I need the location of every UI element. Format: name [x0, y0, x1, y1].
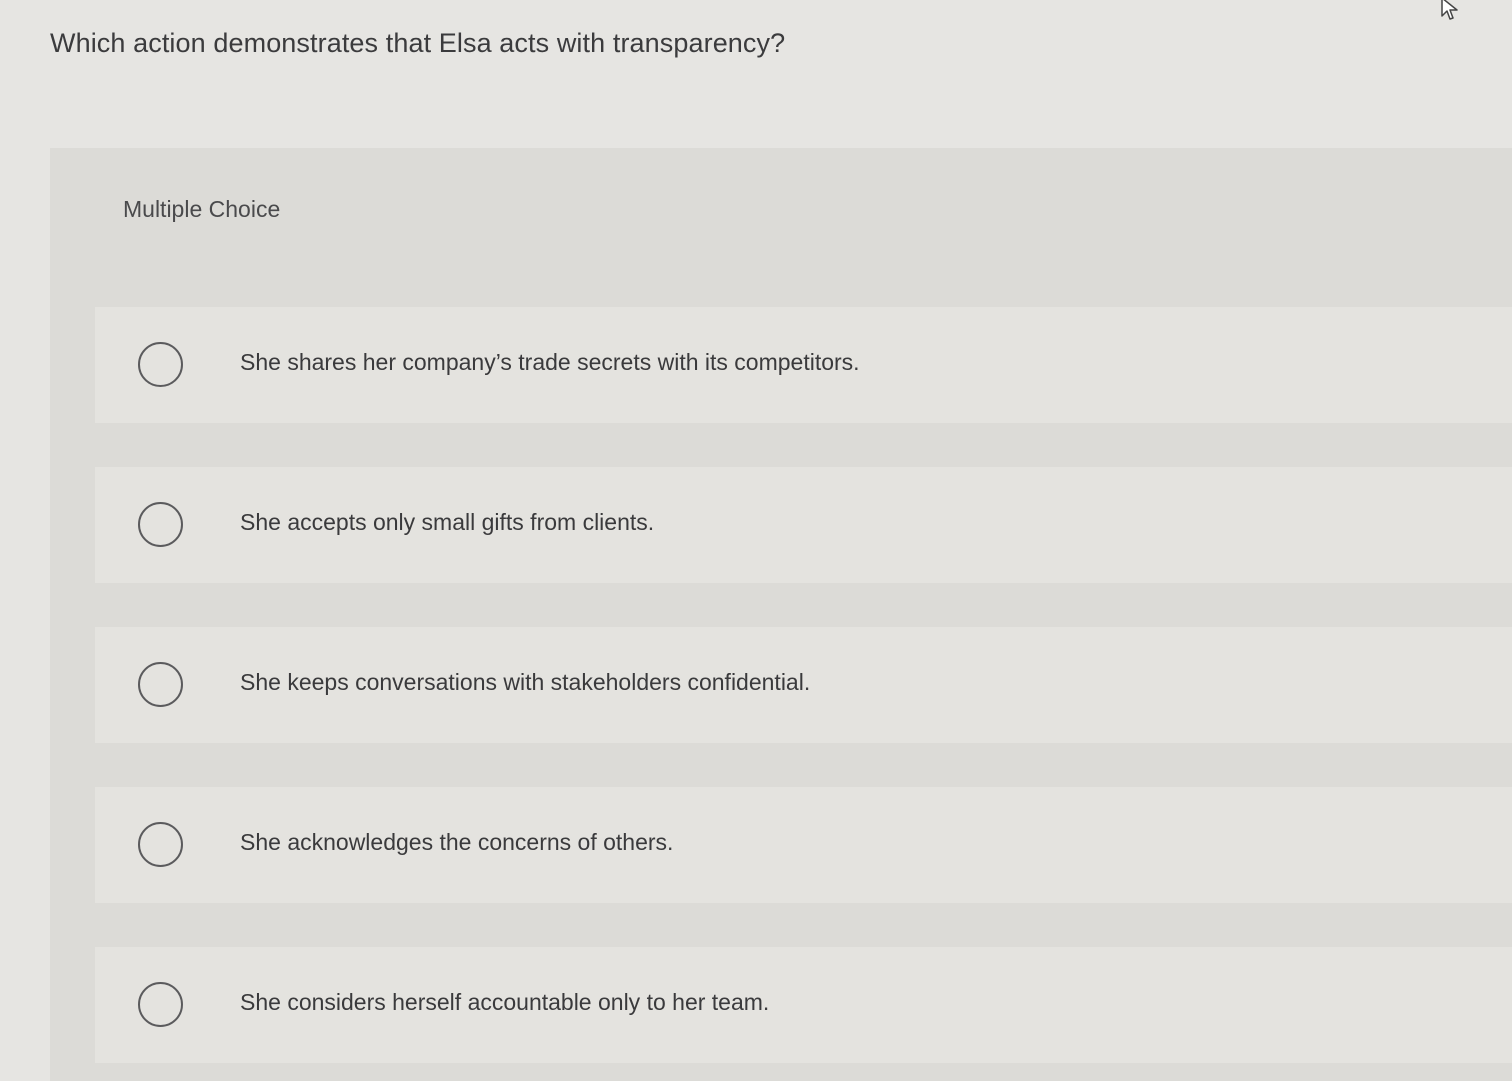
- answer-option-label: She acknowledges the concerns of others.: [240, 829, 674, 855]
- question-text: Which action demonstrates that Elsa acts…: [50, 28, 786, 58]
- question-type-label: Multiple Choice: [123, 196, 281, 222]
- answer-option-2[interactable]: She accepts only small gifts from client…: [95, 467, 1512, 583]
- answer-option-label: She shares her company’s trade secrets w…: [240, 349, 860, 375]
- multiple-choice-panel: Multiple Choice She shares her company’s…: [50, 148, 1512, 1081]
- answer-option-3[interactable]: She keeps conversations with stakeholder…: [95, 627, 1512, 743]
- mouse-pointer-icon: [1441, 0, 1458, 20]
- answer-option-label: She considers herself accountable only t…: [240, 989, 770, 1015]
- radio-button-icon[interactable]: [138, 342, 183, 387]
- answer-option-5[interactable]: She considers herself accountable only t…: [95, 947, 1512, 1063]
- radio-button-icon[interactable]: [138, 502, 183, 547]
- radio-button-icon[interactable]: [138, 822, 183, 867]
- answer-option-1[interactable]: She shares her company’s trade secrets w…: [95, 307, 1512, 423]
- radio-button-icon[interactable]: [138, 662, 183, 707]
- answer-option-label: She keeps conversations with stakeholder…: [240, 669, 811, 695]
- answer-option-4[interactable]: She acknowledges the concerns of others.: [95, 787, 1512, 903]
- answer-option-label: She accepts only small gifts from client…: [240, 509, 655, 535]
- radio-button-icon[interactable]: [138, 982, 183, 1027]
